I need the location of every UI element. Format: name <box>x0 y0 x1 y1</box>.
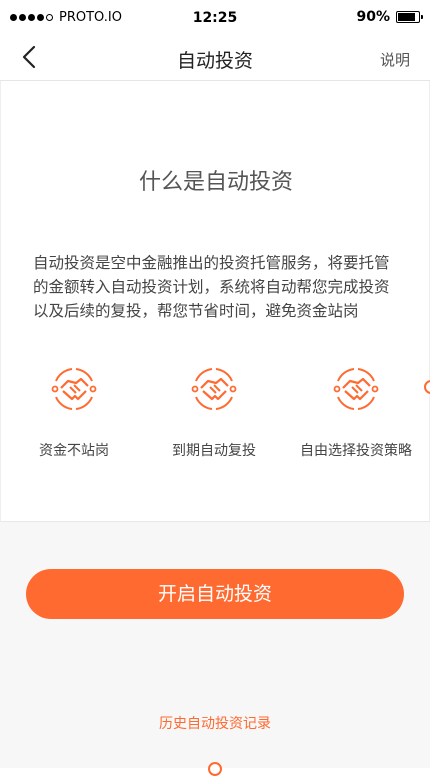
handshake-icon <box>186 361 242 417</box>
feature-item: 资金不站岗 <box>4 361 144 460</box>
feature-label: 资金不站岗 <box>39 443 109 459</box>
feature-item: 自由选择投资策略 <box>286 361 426 460</box>
battery-icon <box>396 11 423 23</box>
status-bar: PROTO.IO 12:25 90% <box>0 0 430 36</box>
history-records-link[interactable]: 历史自动投资记录 <box>0 713 430 733</box>
page-title: 自动投资 <box>176 50 253 72</box>
feature-label: 到期自动复投 <box>172 443 256 459</box>
battery-status: 90% <box>356 9 423 25</box>
navigation-bar: 自动投资 说明 <box>0 36 430 81</box>
battery-fill <box>398 13 416 21</box>
handshake-icon <box>328 361 384 417</box>
intro-heading: 什么是自动投资 <box>138 170 293 195</box>
help-link[interactable]: 说明 <box>380 49 410 70</box>
enable-auto-invest-button[interactable]: 开启自动投资 <box>26 569 404 619</box>
handshake-icon <box>46 361 102 417</box>
battery-percent: 90% <box>356 9 390 25</box>
action-area: 开启自动投资 历史自动投资记录 <box>0 521 430 776</box>
intro-card: 什么是自动投资 自动投资是空中金融推出的投资托管服务，将要托管的金额转入自动投资… <box>0 81 430 521</box>
feature-item: 到期自动复投 <box>144 361 284 460</box>
intro-description: 自动投资是空中金融推出的投资托管服务，将要托管的金额转入自动投资计划，系统将自动… <box>33 254 390 320</box>
feature-label: 自由选择投资策略 <box>300 443 412 459</box>
page-indicator-icon <box>208 762 222 776</box>
